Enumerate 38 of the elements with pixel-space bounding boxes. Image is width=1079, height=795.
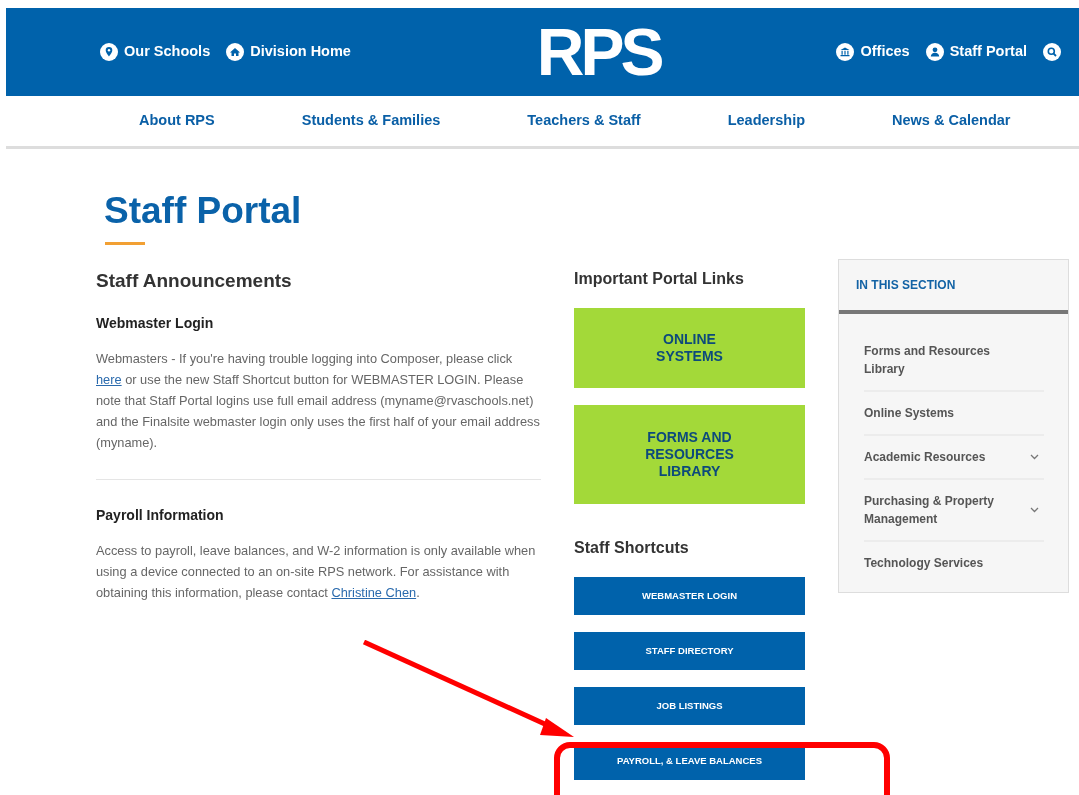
shortcut-button[interactable]: WEBMASTER LOGIN xyxy=(574,576,805,615)
header-link[interactable]: Our Schools xyxy=(100,41,211,63)
shortcut-button[interactable]: JOB LISTINGS xyxy=(574,686,805,725)
location-pin-icon xyxy=(100,43,118,61)
section-nav-item[interactable]: Forms and Resources Library xyxy=(864,329,1044,392)
person-icon xyxy=(925,43,944,61)
text-link[interactable]: here xyxy=(96,372,122,388)
announcement-title: Webmaster Login xyxy=(96,314,215,334)
search-icon[interactable] xyxy=(1043,43,1061,61)
nav-link[interactable]: Teachers & Staff xyxy=(527,110,641,132)
nav-link[interactable]: About RPS xyxy=(139,110,215,132)
title-underline xyxy=(105,241,145,245)
nav-link[interactable]: News & Calendar xyxy=(892,110,1011,132)
logo[interactable]: RPS xyxy=(536,19,661,85)
section-nav-item[interactable]: Technology Services xyxy=(864,541,1044,584)
announcement-text: Access to payroll, leave balances, and W-2 information is only available when using a device connected to an on-site RPS network. For assistance with obtaining this information, please contact Christine Chen. xyxy=(96,542,537,603)
portal-link-button[interactable]: FORMS AND RESOURCES LIBRARY xyxy=(574,404,805,504)
home-icon xyxy=(226,43,245,61)
section-nav-item[interactable]: Academic Resources xyxy=(864,435,1044,480)
header-link[interactable]: Offices xyxy=(836,41,910,63)
portal-link-button[interactable]: ONLINE SYSTEMS xyxy=(574,307,805,388)
section-heading: Important Portal Links xyxy=(574,268,745,289)
shortcut-button[interactable]: STAFF DIRECTORY xyxy=(574,631,805,670)
header-link[interactable]: Staff Portal xyxy=(925,41,1027,63)
header-link[interactable]: Division Home xyxy=(226,41,351,63)
section-nav-item[interactable]: Purchasing & Property Management xyxy=(864,479,1044,542)
section-heading: Staff Announcements xyxy=(96,268,293,293)
announcement-title: Payroll Information xyxy=(96,506,225,526)
building-icon xyxy=(836,43,855,61)
nav-link[interactable]: Students & Families xyxy=(301,110,441,132)
nav-link[interactable]: Leadership xyxy=(727,110,806,132)
announcement-text: Webmasters - If you're having trouble logging into Composer, please click here or use the new Staff Shortcut button for WEBMASTER LOGIN. Please note that Staff Portal logins use full email address (myname@rvaschools.net) and the Finalsite webmaster login only uses the first half of your email address (myname). xyxy=(96,350,541,453)
panel-heading: IN THIS SECTION xyxy=(839,259,1068,314)
section-nav-item[interactable]: Online Systems xyxy=(864,391,1044,436)
chevron-down-icon[interactable] xyxy=(1030,453,1039,460)
chevron-down-icon[interactable] xyxy=(1030,506,1039,513)
section-heading: Staff Shortcuts xyxy=(574,537,690,558)
page-title: Staff Portal xyxy=(104,191,303,232)
